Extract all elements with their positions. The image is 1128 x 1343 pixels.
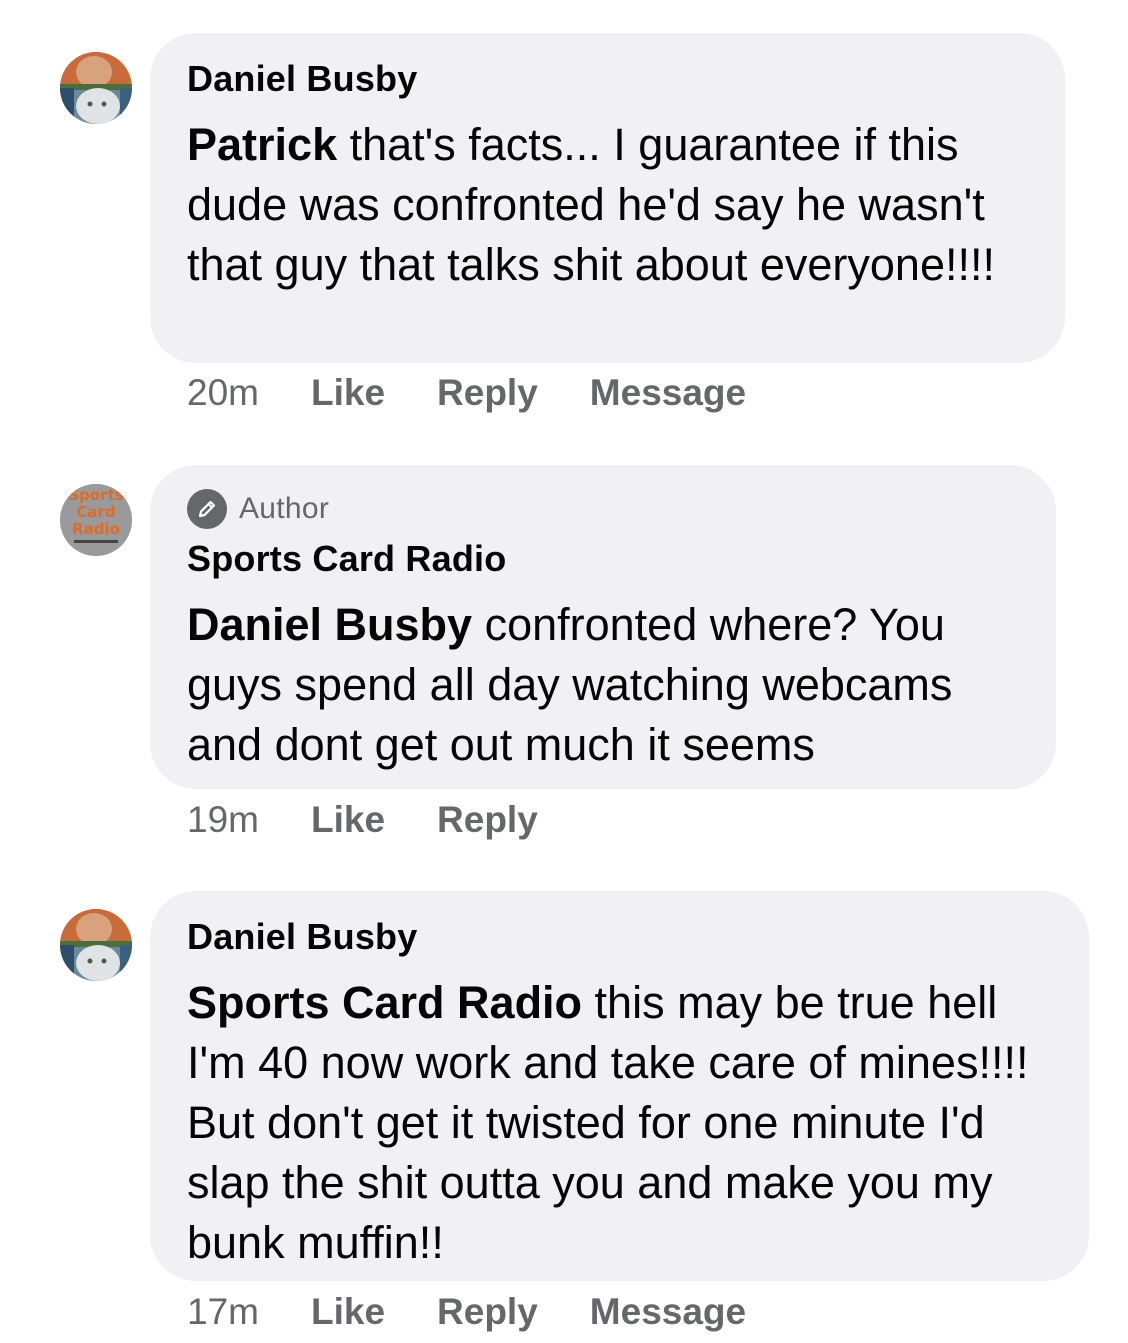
comment-text: Daniel Busby confronted where? You guys …	[187, 595, 1020, 775]
timestamp[interactable]: 19m	[187, 799, 259, 841]
message-button[interactable]: Message	[590, 372, 746, 414]
comment-bubble[interactable]: Author Sports Card Radio Daniel Busby co…	[150, 465, 1056, 789]
avatar-daniel-busby[interactable]	[60, 52, 132, 124]
pencil-icon	[187, 489, 227, 529]
comment-text: Patrick that's facts... I guarantee if t…	[187, 115, 1029, 295]
avatar-daniel-busby[interactable]	[60, 909, 132, 981]
reply-button[interactable]: Reply	[437, 799, 538, 841]
timestamp[interactable]: 20m	[187, 372, 259, 414]
reply-button[interactable]: Reply	[437, 372, 538, 414]
comment-bubble[interactable]: Daniel Busby Sports Card Radio this may …	[150, 891, 1089, 1281]
avatar-sports-card-radio[interactable]: Sports Card Radio	[60, 484, 132, 556]
comment-bubble[interactable]: Daniel Busby Patrick that's facts... I g…	[150, 33, 1065, 363]
comment-actions: 20m Like Reply Message	[187, 372, 798, 414]
author-badge: Author	[187, 489, 1020, 529]
comment-author-name[interactable]: Daniel Busby	[187, 915, 1053, 959]
logo-text-sports: Sports	[68, 486, 123, 504]
reply-button[interactable]: Reply	[437, 1291, 538, 1333]
logo-text-card: Card	[76, 503, 115, 521]
author-badge-label: Author	[239, 492, 330, 525]
like-button[interactable]: Like	[311, 372, 385, 414]
comment-author-name[interactable]: Daniel Busby	[187, 57, 1029, 101]
logo-text-radio: Radio	[72, 520, 120, 538]
timestamp[interactable]: 17m	[187, 1291, 259, 1333]
mention-link[interactable]: Patrick	[187, 119, 337, 170]
comment-text: Sports Card Radio this may be true hell …	[187, 973, 1053, 1273]
mention-link[interactable]: Daniel Busby	[187, 599, 472, 650]
mention-link[interactable]: Sports Card Radio	[187, 977, 582, 1028]
comment-author-name[interactable]: Sports Card Radio	[187, 537, 1020, 581]
message-button[interactable]: Message	[590, 1291, 746, 1333]
comment-actions: 19m Like Reply	[187, 799, 590, 841]
like-button[interactable]: Like	[311, 1291, 385, 1333]
comment-actions: 17m Like Reply Message	[187, 1291, 798, 1333]
like-button[interactable]: Like	[311, 799, 385, 841]
